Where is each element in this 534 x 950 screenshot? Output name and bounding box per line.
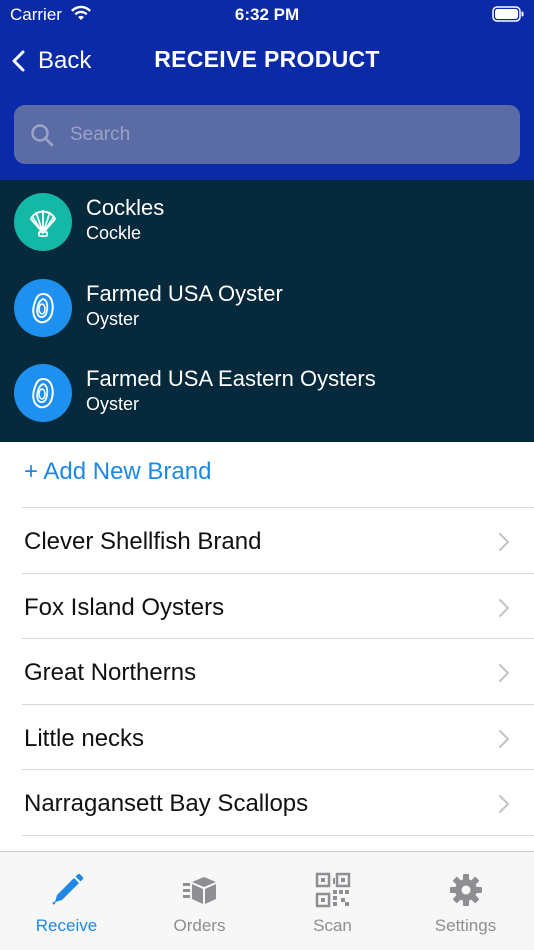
product-item-farmed-usa-eastern-oysters[interactable]: Farmed USA Eastern Oysters Oyster	[0, 351, 534, 436]
search-input[interactable]	[70, 115, 500, 155]
oyster-icon	[32, 377, 54, 409]
chevron-right-icon	[499, 795, 509, 813]
gear-icon	[449, 874, 482, 906]
tab-label: Orders	[173, 916, 226, 935]
brand-row-little-necks[interactable]: Little necks	[0, 705, 534, 770]
add-new-brand-button[interactable]: + Add New Brand	[24, 458, 211, 486]
product-avatar	[14, 364, 72, 422]
tab-orders[interactable]: Orders	[133, 852, 266, 950]
product-type: Cockle	[86, 223, 142, 243]
brand-row-fox-island-oysters[interactable]: Fox Island Oysters	[0, 574, 534, 639]
page-title: RECEIVE PRODUCT	[154, 46, 380, 72]
product-item-cockles[interactable]: Cockles Cockle	[0, 180, 534, 265]
product-type: Oyster	[86, 309, 140, 329]
navigation-bar: Back RECEIVE PRODUCT	[0, 40, 534, 84]
tab-label: Scan	[313, 916, 352, 935]
brand-label: Clever Shellfish Brand	[24, 528, 262, 555]
chevron-right-icon	[499, 730, 509, 748]
brand-label: Fox Island Oysters	[24, 594, 225, 621]
brand-row-clever-shellfish-brand[interactable]: Clever Shellfish Brand	[0, 508, 534, 573]
tab-receive[interactable]: Receive	[0, 852, 133, 950]
product-name: Farmed USA Oyster	[86, 281, 283, 306]
product-name: Cockles	[86, 195, 165, 220]
tab-scan[interactable]: Scan	[266, 852, 399, 950]
search-bar[interactable]	[14, 105, 520, 164]
product-item-farmed-usa-oyster[interactable]: Farmed USA Oyster Oyster	[0, 266, 534, 351]
status-bar: Carrier 6:32 PM	[0, 0, 534, 30]
product-type: Oyster	[86, 394, 140, 414]
brand-row-narragansett-bay-scallops[interactable]: Narragansett Bay Scallops	[0, 770, 534, 835]
tab-bar: Receive Orders Scan Settings	[0, 851, 534, 950]
brand-label: Little necks	[24, 725, 145, 752]
chevron-right-icon	[499, 664, 509, 682]
qr-code-icon	[315, 872, 350, 908]
brand-label: Narragansett Bay Scallops	[24, 790, 309, 817]
brand-label: Great Northerns	[24, 659, 197, 686]
product-name: Farmed USA Eastern Oysters	[86, 366, 376, 391]
chevron-right-icon	[499, 533, 509, 551]
search-icon	[31, 124, 54, 147]
divider	[22, 835, 534, 836]
orders-box-icon	[182, 877, 216, 904]
shell-icon	[30, 210, 56, 237]
pencil-icon	[51, 873, 83, 905]
battery-icon	[492, 6, 524, 22]
chevron-right-icon	[499, 599, 509, 617]
tab-settings[interactable]: Settings	[399, 852, 532, 950]
oyster-icon	[32, 292, 54, 324]
product-avatar	[14, 279, 72, 337]
product-avatar	[14, 193, 72, 251]
brand-row-great-northerns[interactable]: Great Northerns	[0, 639, 534, 704]
tab-label: Settings	[434, 916, 497, 935]
status-time: 6:32 PM	[234, 5, 300, 24]
header: Carrier 6:32 PM Back RECEIVE PRODUCT	[0, 0, 534, 180]
product-list: Cockles Cockle Farmed USA Oyster Oyster …	[0, 180, 534, 442]
tab-label: Receive	[35, 916, 98, 935]
